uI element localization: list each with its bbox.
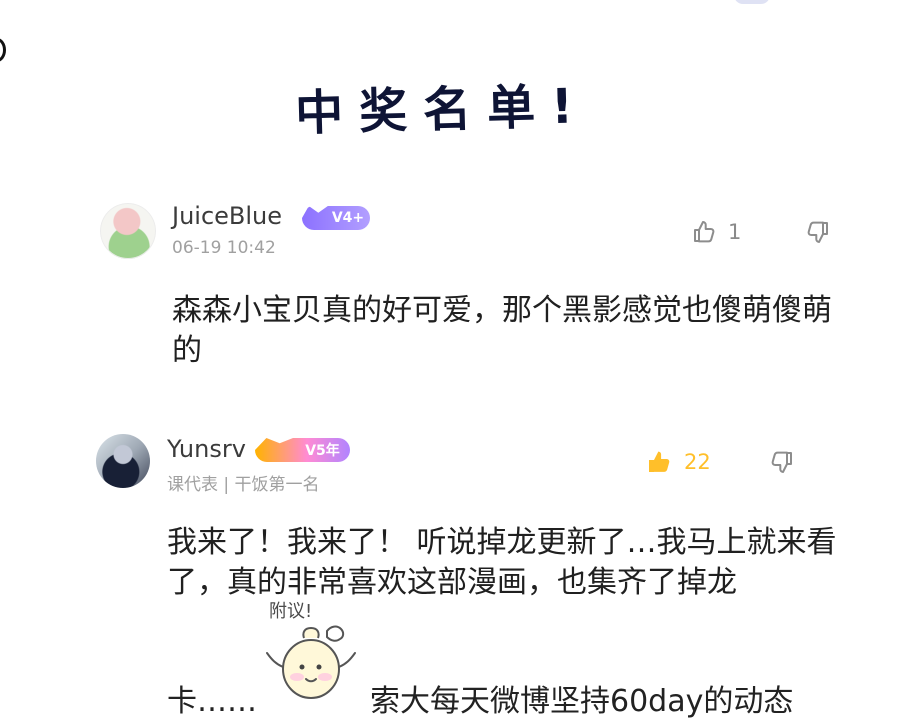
avatar[interactable] xyxy=(100,203,156,259)
like-button[interactable]: 1 xyxy=(690,218,741,246)
comment-text: 我来了！我来了！ 听说掉龙更新了…我马上就来看了，真的非常喜欢这部漫画，也集齐了… xyxy=(167,525,837,600)
sticker: 附议! xyxy=(255,595,365,707)
username[interactable]: JuiceBlue xyxy=(172,202,282,230)
comment-text: 森森小宝贝真的好可爱，那个黑影感觉也傻萌傻萌的 xyxy=(172,293,832,368)
thumb-up-icon xyxy=(644,447,674,477)
page-title: 中奖名单! xyxy=(294,78,590,142)
thumb-up-icon xyxy=(690,218,718,246)
sticker-image: 附议! xyxy=(266,601,356,699)
comment-timestamp: 06-19 10:42 xyxy=(172,238,276,258)
left-fragment xyxy=(0,38,6,62)
avatar[interactable] xyxy=(96,434,150,488)
dislike-button[interactable] xyxy=(804,218,832,246)
top-fragment xyxy=(734,0,770,4)
thumb-down-icon xyxy=(768,448,796,476)
username[interactable]: Yunsrv xyxy=(167,435,246,463)
comment-text-tail-left: 卡…… xyxy=(167,684,257,719)
comment-text-tail-right: 索大每天微博坚持60day的动态 xyxy=(370,684,794,719)
vip-badge: V5年 xyxy=(255,438,350,462)
vip-badge: V4+ xyxy=(302,206,370,230)
thumb-down-icon xyxy=(804,218,832,246)
dislike-button[interactable] xyxy=(768,448,796,476)
like-count: 22 xyxy=(684,450,711,474)
like-count: 1 xyxy=(728,220,742,244)
sticker-caption: 附议! xyxy=(269,601,312,622)
user-title: 课代表 | 干饭第一名 xyxy=(167,475,320,495)
like-button[interactable]: 22 xyxy=(644,447,711,477)
